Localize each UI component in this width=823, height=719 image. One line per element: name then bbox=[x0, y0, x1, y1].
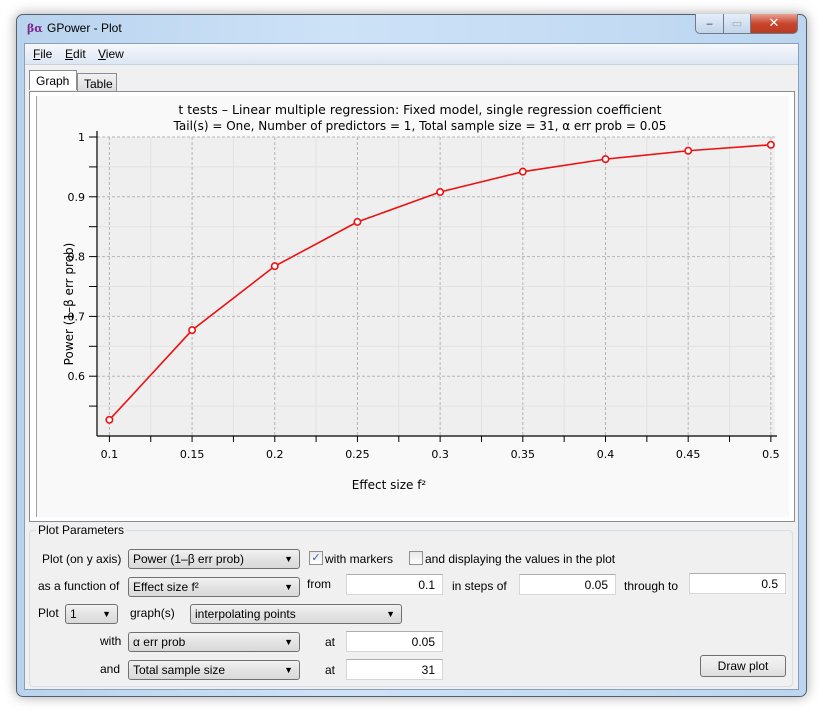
minimize-button[interactable]: ‒ bbox=[695, 14, 724, 34]
data-point-marker bbox=[518, 167, 527, 176]
x-tick-label: 0.5 bbox=[762, 448, 780, 461]
plot-parameters-title: Plot Parameters bbox=[36, 523, 127, 537]
x-tick-label: 0.15 bbox=[180, 448, 205, 461]
alpha-field[interactable]: 0.05 bbox=[346, 631, 443, 652]
draw-plot-button[interactable]: Draw plot bbox=[700, 655, 786, 677]
steps-field[interactable]: 0.05 bbox=[519, 574, 616, 595]
chevron-down-icon: ▼ bbox=[284, 582, 293, 592]
from-field[interactable]: 0.1 bbox=[346, 574, 443, 595]
x-tick-label: 0.25 bbox=[345, 448, 370, 461]
chart-area: t tests – Linear multiple regression: Fi… bbox=[36, 96, 789, 517]
data-point-marker bbox=[684, 146, 693, 155]
menu-edit-mnemonic: E bbox=[65, 47, 74, 61]
window-title: GPower - Plot bbox=[47, 21, 122, 35]
steps-label: in steps of bbox=[452, 579, 507, 593]
menu-file[interactable]: File bbox=[33, 47, 52, 61]
with-select-value: α err prob bbox=[133, 635, 186, 649]
display-values-label: and displaying the values in the plot bbox=[425, 552, 616, 566]
chart-subtitle: Tail(s) = One, Number of predictors = 1,… bbox=[173, 119, 667, 133]
sample-size-field[interactable]: 31 bbox=[346, 659, 443, 680]
tab-table[interactable]: Table bbox=[77, 73, 117, 91]
chevron-down-icon: ▼ bbox=[284, 637, 293, 647]
graphs-label: graph(s) bbox=[130, 606, 175, 620]
x-axis-select[interactable]: Effect size f² ▼ bbox=[128, 577, 300, 597]
menu-bar: File Edit View bbox=[25, 44, 798, 65]
close-button[interactable]: ✕ bbox=[751, 14, 798, 34]
and-select[interactable]: Total sample size ▼ bbox=[128, 660, 300, 680]
x-axis-select-value: Effect size f² bbox=[133, 580, 199, 594]
chevron-down-icon: ▼ bbox=[102, 609, 111, 619]
y-tick-label: 1 bbox=[78, 131, 85, 144]
data-point-marker bbox=[766, 140, 775, 149]
plot-label: Plot bbox=[38, 606, 59, 620]
at-label-1: at bbox=[325, 635, 336, 649]
with-select[interactable]: α err prob ▼ bbox=[128, 632, 300, 652]
chevron-down-icon: ▼ bbox=[386, 609, 395, 619]
gpower-plot-window: βα GPower - Plot ‒ ▭ ✕ File Edit View Gr… bbox=[16, 14, 807, 697]
menu-file-label: ile bbox=[40, 47, 53, 61]
display-values-checkbox[interactable] bbox=[409, 551, 423, 565]
with-markers-label: with markers bbox=[325, 552, 394, 566]
x-axis-label: Effect size f² bbox=[352, 478, 427, 492]
with-markers-checkbox[interactable]: ✓ bbox=[309, 551, 323, 565]
x-tick-label: 0.2 bbox=[266, 448, 284, 461]
and-label: and bbox=[100, 662, 121, 676]
chevron-down-icon: ▼ bbox=[284, 665, 293, 675]
chevron-down-icon: ▼ bbox=[284, 554, 293, 564]
tab-graph[interactable]: Graph bbox=[29, 70, 77, 90]
with-label: with bbox=[100, 634, 122, 648]
data-point-marker bbox=[353, 217, 362, 226]
y-tick-label: 0.9 bbox=[68, 191, 86, 204]
menu-view[interactable]: View bbox=[98, 47, 124, 61]
through-field[interactable]: 0.5 bbox=[689, 573, 786, 594]
graph-mode-select[interactable]: interpolating points ▼ bbox=[190, 604, 402, 624]
and-select-value: Total sample size bbox=[133, 663, 226, 677]
data-point-marker bbox=[188, 326, 197, 335]
y-axis-label-text: Plot (on y axis) bbox=[42, 552, 122, 566]
y-axis-label: Power (1–β err prob) bbox=[62, 243, 76, 366]
graph-mode-value: interpolating points bbox=[195, 607, 296, 621]
plot-count-value: 1 bbox=[70, 607, 77, 621]
menu-edit-label: dit bbox=[73, 47, 86, 61]
title-bar: βα GPower - Plot ‒ ▭ ✕ bbox=[17, 14, 806, 43]
x-tick-label: 0.45 bbox=[676, 448, 701, 461]
x-tick-label: 0.35 bbox=[511, 448, 536, 461]
y-axis-select-value: Power (1–β err prob) bbox=[133, 552, 244, 566]
from-label: from bbox=[307, 577, 331, 591]
chart-title: t tests – Linear multiple regression: Fi… bbox=[178, 102, 661, 117]
data-point-marker bbox=[436, 188, 445, 197]
at-label-2: at bbox=[325, 663, 336, 677]
y-tick-label: 0.6 bbox=[68, 370, 86, 383]
x-tick-label: 0.1 bbox=[101, 448, 119, 461]
maximize-button[interactable]: ▭ bbox=[724, 14, 751, 34]
client-area: File Edit View Graph Table t tests – Lin… bbox=[24, 43, 799, 690]
data-point-marker bbox=[105, 415, 114, 424]
gpower-app-icon: βα bbox=[27, 22, 43, 35]
x-tick-label: 0.3 bbox=[431, 448, 449, 461]
menu-view-label: iew bbox=[105, 47, 124, 61]
graph-panel: t tests – Linear multiple regression: Fi… bbox=[29, 91, 795, 522]
window-controls: ‒ ▭ ✕ bbox=[695, 14, 798, 34]
function-label: as a function of bbox=[38, 579, 120, 593]
data-point-marker bbox=[270, 262, 279, 271]
data-point-marker bbox=[601, 155, 610, 164]
power-chart: t tests – Linear multiple regression: Fi… bbox=[62, 102, 780, 492]
menu-edit[interactable]: Edit bbox=[65, 47, 86, 61]
menu-view-mnemonic: V bbox=[98, 47, 106, 61]
x-tick-label: 0.4 bbox=[597, 448, 615, 461]
plot-count-select[interactable]: 1 ▼ bbox=[65, 604, 118, 624]
through-label: through to bbox=[624, 579, 679, 593]
x-ticks: 0.1 0.15 0.2 0.25 0.3 0.35 0.4 0.45 0.5 bbox=[101, 436, 780, 461]
plot-parameters-group: Plot Parameters Plot (on y axis) Power (… bbox=[29, 523, 793, 687]
y-axis-select[interactable]: Power (1–β err prob) ▼ bbox=[128, 549, 300, 569]
